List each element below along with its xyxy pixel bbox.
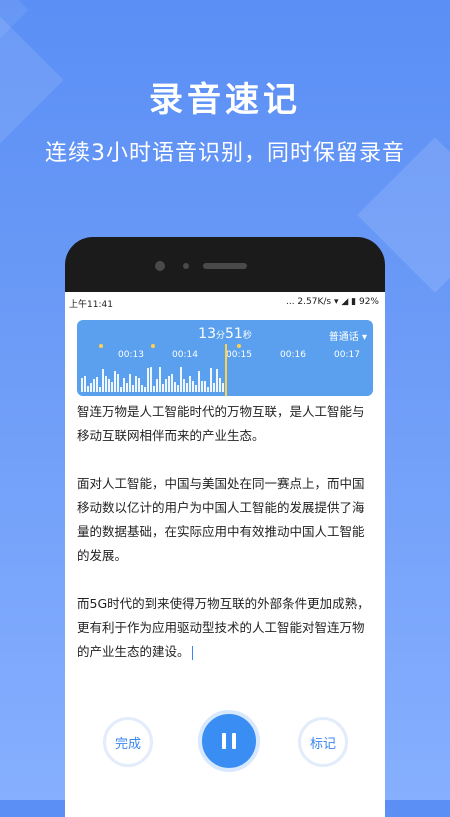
- waveform-bar: [93, 379, 95, 392]
- waveform-bar: [126, 383, 128, 392]
- mark-button[interactable]: 标记: [298, 717, 348, 767]
- waveform-bar: [123, 378, 125, 392]
- language-mode-dropdown[interactable]: 普通话 ▾: [329, 328, 367, 343]
- transcript-paragraph: 而5G时代的到来使得万物互联的外部条件更加成熟，更有利于作为应用驱动型技术的人工…: [77, 592, 373, 664]
- waveform-bar: [132, 385, 134, 392]
- status-right: ... 2.57K/s ▾ ◢ ▮ 92%: [286, 297, 379, 307]
- timeline-tick: 00:15: [226, 350, 252, 360]
- waveform-bar: [213, 383, 215, 392]
- waveform-bar: [207, 387, 209, 392]
- battery-level: 92%: [358, 297, 379, 307]
- wifi-icon: ▾: [333, 297, 339, 307]
- waveform-bar: [138, 378, 140, 392]
- sensor-dot: [183, 263, 189, 269]
- battery-icon: ▮: [351, 297, 357, 307]
- waveform-bar: [195, 385, 197, 392]
- promo-title: 录音速记: [149, 80, 301, 120]
- waveform-bar: [201, 381, 203, 392]
- transcript-paragraph: 面对人工智能，中国与美国处在同一赛点上，而中国移动数以亿计的用户为中国人工智能的…: [77, 476, 365, 563]
- waveform-bar: [129, 374, 131, 392]
- waveform-bar: [159, 367, 161, 392]
- waveform-bar: [219, 378, 221, 392]
- marker-dot: [237, 344, 241, 348]
- waveform-bar: [150, 367, 152, 392]
- waveform-bar: [111, 382, 113, 392]
- waveform-bar: [168, 376, 170, 392]
- waveform-bar: [90, 383, 92, 392]
- phone-frame: 上午11:41 ... 2.57K/s ▾ ◢ ▮ 92% 13分51秒 普通话…: [65, 237, 385, 817]
- waveform-bar: [189, 376, 191, 392]
- waveform-bar: [144, 387, 146, 392]
- waveform-bar: [165, 379, 167, 392]
- minute-unit: 分: [215, 331, 225, 341]
- waveform-bar: [141, 385, 143, 392]
- camera-icon: [155, 261, 165, 271]
- phone-screen: 上午11:41 ... 2.57K/s ▾ ◢ ▮ 92% 13分51秒 普通话…: [65, 292, 385, 817]
- waveform-panel[interactable]: 13分51秒 普通话 ▾ 00:13 00:14 00:15 00:16 00:17: [77, 320, 373, 396]
- waveform-bar: [105, 376, 107, 392]
- transcript-text: 而5G时代的到来使得万物互联的外部条件更加成熟，更有利于作为应用驱动型技术的人工…: [77, 596, 370, 659]
- waveform-bar: [210, 368, 212, 392]
- second-unit: 秒: [242, 331, 252, 341]
- waveform-bar: [114, 371, 116, 392]
- waveform-bar: [198, 371, 200, 392]
- waveform-bar: [117, 374, 119, 392]
- waveform-bar: [174, 382, 176, 392]
- marker-dot: [99, 344, 103, 348]
- waveform-bar: [177, 385, 179, 392]
- done-button[interactable]: 完成: [103, 717, 153, 767]
- timeline-tick: 00:17: [334, 350, 360, 360]
- waveform-bar: [108, 379, 110, 392]
- transcript-paragraph: 智连万物是人工智能时代的万物互联，是人工智能与移动互联网相伴而来的产业生态。: [77, 404, 365, 443]
- waveform-bar: [156, 379, 158, 392]
- text-cursor: [191, 645, 194, 660]
- waveform-bar: [171, 374, 173, 392]
- record-seconds: 51: [225, 326, 243, 342]
- waveform-bar: [153, 386, 155, 392]
- promo-subtitle: 连续3小时语音识别，同时保留录音: [45, 141, 405, 166]
- waveform-bar: [81, 378, 83, 392]
- waveform-bar: [96, 377, 98, 392]
- waveform-bar: [216, 369, 218, 392]
- waveform-bar: [162, 384, 164, 392]
- waveform-bar: [87, 386, 89, 392]
- status-bar: 上午11:41 ... 2.57K/s ▾ ◢ ▮ 92%: [65, 292, 385, 312]
- pause-button[interactable]: [198, 710, 260, 772]
- waveform-bar: [180, 367, 182, 392]
- waveform-bar: [186, 383, 188, 392]
- pause-icon: [222, 733, 226, 749]
- waveform-bar: [183, 379, 185, 392]
- waveform-bar: [84, 376, 86, 392]
- record-minutes: 13: [198, 326, 216, 342]
- waveform-bar: [135, 376, 137, 392]
- waveform-bar: [192, 381, 194, 392]
- waveform-bar: [99, 387, 101, 392]
- timeline-tick: 00:16: [280, 350, 306, 360]
- marker-dot: [151, 344, 155, 348]
- transcript[interactable]: 智连万物是人工智能时代的万物互联，是人工智能与移动互联网相伴而来的产业生态。 面…: [77, 400, 373, 688]
- signal-icon: ◢: [341, 297, 349, 307]
- network-speed: ... 2.57K/s: [285, 297, 332, 307]
- waveform-bar: [102, 369, 104, 392]
- timeline-tick: 00:13: [118, 350, 144, 360]
- waveform-bar: [222, 383, 224, 392]
- status-time: 上午11:41: [69, 300, 113, 310]
- waveform-bar: [204, 381, 206, 392]
- waveform-bar: [120, 387, 122, 392]
- timeline-tick: 00:14: [172, 350, 198, 360]
- speaker-grille: [203, 263, 247, 269]
- playhead[interactable]: [225, 344, 227, 396]
- waveform-bar: [147, 368, 149, 392]
